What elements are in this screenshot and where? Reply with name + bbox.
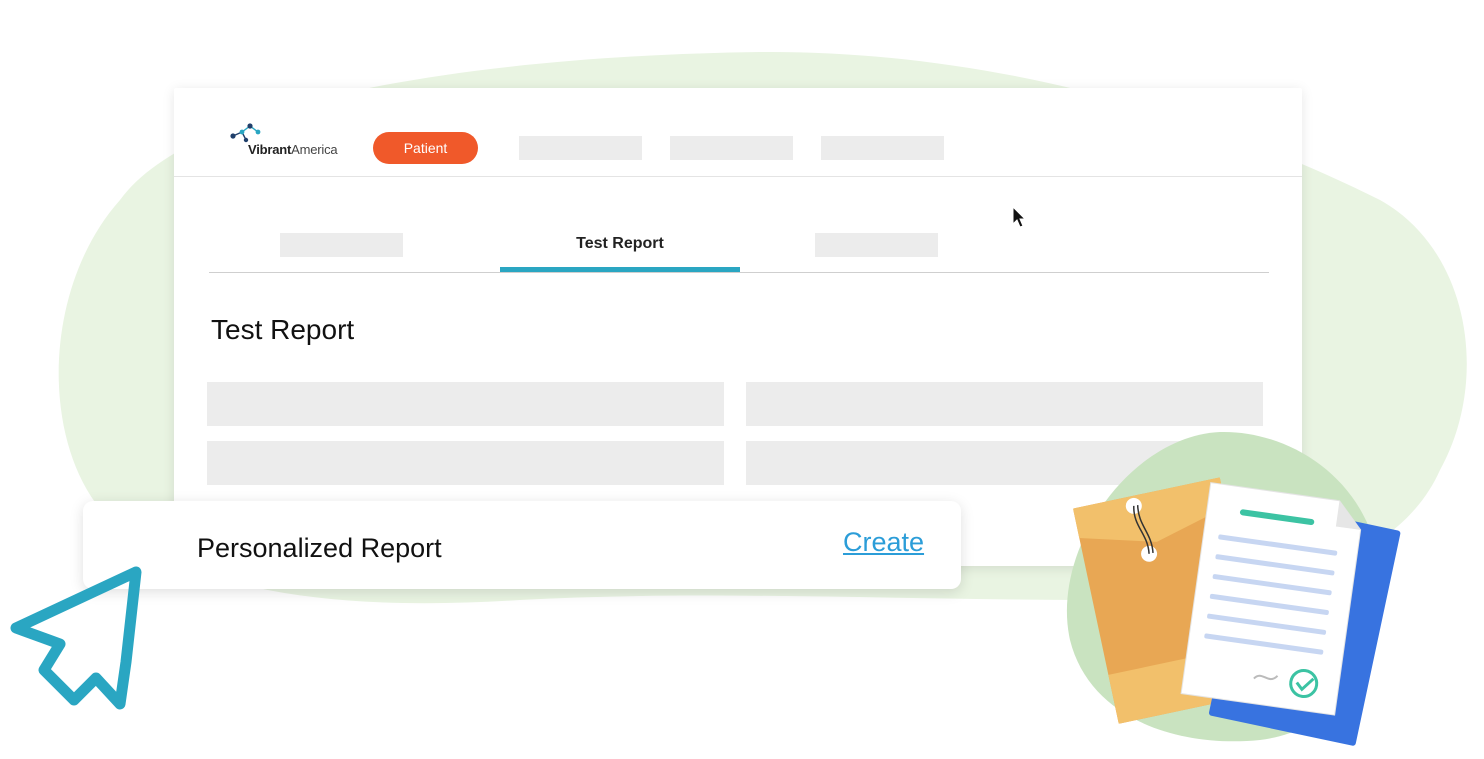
nav-placeholder-1[interactable] — [519, 136, 642, 160]
documents-illustration-icon — [1066, 431, 1401, 746]
create-link[interactable]: Create — [843, 527, 924, 558]
tab-placeholder-right[interactable] — [815, 233, 938, 257]
brand-logo[interactable]: VibrantAmerica — [228, 122, 348, 158]
tab-bar: Test Report — [209, 218, 1269, 273]
content-placeholder-1 — [207, 382, 724, 426]
tab-test-report[interactable]: Test Report — [500, 218, 740, 270]
content-placeholder-2 — [746, 382, 1263, 426]
logo-text: VibrantAmerica — [248, 142, 338, 157]
nav-placeholder-2[interactable] — [670, 136, 793, 160]
tab-placeholder-left[interactable] — [280, 233, 403, 257]
top-header: VibrantAmerica Patient — [174, 88, 1302, 177]
tab-active-indicator — [500, 267, 740, 272]
nav-placeholder-3[interactable] — [821, 136, 944, 160]
personalized-report-label: Personalized Report — [197, 533, 442, 563]
mouse-pointer-icon — [1012, 206, 1027, 228]
big-cursor-icon — [10, 566, 142, 710]
section-title: Test Report — [211, 314, 355, 345]
personalized-report-card: Personalized Report Create — [83, 501, 961, 589]
nav-patient-button[interactable]: Patient — [373, 132, 478, 164]
content-placeholder-3 — [207, 441, 724, 485]
